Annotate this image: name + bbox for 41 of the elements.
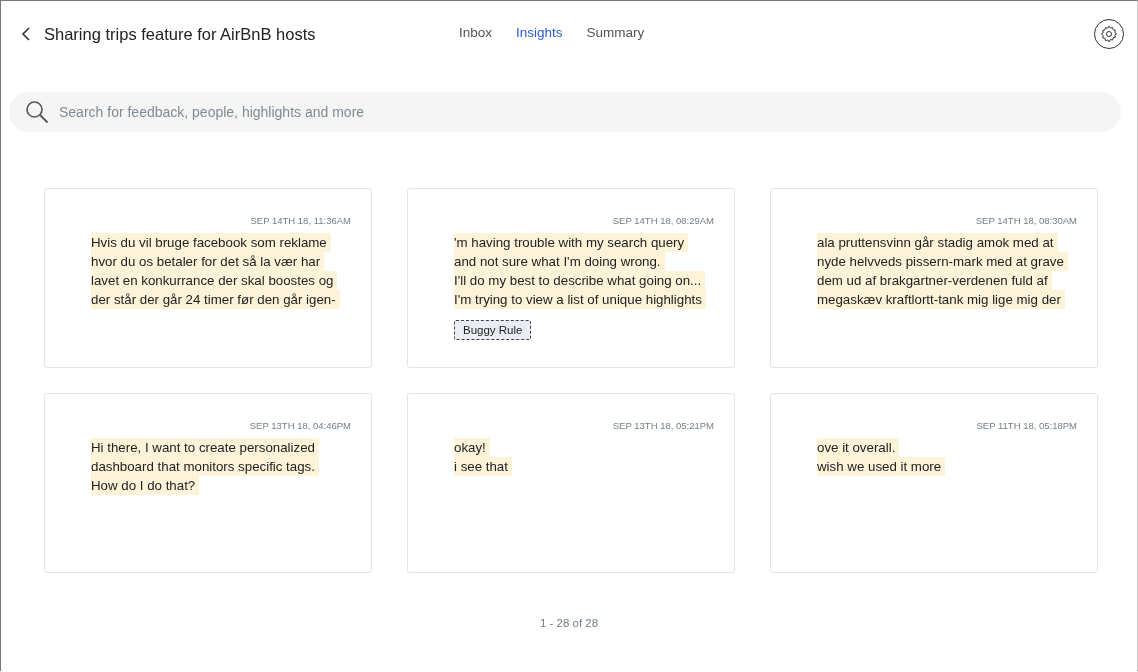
- nav-tab[interactable]: Insights: [516, 25, 563, 40]
- card-date: SEP 13TH 18, 05:21PM: [612, 420, 714, 431]
- feedback-card[interactable]: SEP 11TH 18, 05:18PM ove it overall. wish we used it more: [770, 393, 1098, 573]
- highlighted-text: megaskæv kraftlortt-tank mig lige mig der: [817, 290, 1065, 309]
- highlighted-text: How do I do that?: [91, 476, 200, 495]
- highlighted-text: okay!: [454, 438, 490, 457]
- highlighted-text: ala pruttensvinn går stadig amok med at: [817, 233, 1058, 252]
- highlighted-text: and not sure what I'm doing wrong.: [454, 252, 665, 271]
- search-field[interactable]: Search for feedback, people, highlights and more: [9, 92, 1121, 132]
- highlighted-text: lavet en konkurrance der skal boostes og: [91, 271, 338, 290]
- page-title: Sharing trips feature for AirBnB hosts: [44, 24, 316, 44]
- highlighted-text: dem ud af brakgartner-verdenen fuld af: [817, 271, 1052, 290]
- highlighted-text: wish we used it more: [817, 457, 946, 476]
- feedback-card[interactable]: SEP 14TH 18, 08:30AM ala pruttensvinn går stadig amok med at nyde helvveds pissern-mark med at grave dem ud af brakgartner-verdenen fuld af megaskæv kraftlortt-tank mig lige mig der: [770, 188, 1098, 368]
- card-date: SEP 14TH 18, 08:30AM: [975, 215, 1077, 226]
- highlighted-text: i see that: [454, 457, 512, 476]
- card-date: SEP 13TH 18, 04:46PM: [249, 420, 351, 431]
- highlighted-text: Hi there, I want to create personalized: [91, 438, 319, 457]
- highlighted-text: ove it overall.: [817, 438, 900, 457]
- settings-button[interactable]: [1094, 19, 1124, 49]
- highlighted-text: nyde helvveds pissern-mark med at grave: [817, 252, 1068, 271]
- highlighted-text: I'm trying to view a list of unique highlights: [454, 290, 706, 309]
- pagination-text: 1 - 28 of 28: [539, 617, 599, 629]
- card-date: SEP 14TH 18, 11:36AM: [250, 215, 351, 226]
- feedback-card[interactable]: SEP 14TH 18, 08:29AM 'm having trouble with my search query and not sure what I'm doing wrong. I'll do my best to describe what going on... I'm trying to view a list of unique highlights Buggy Rule: [407, 188, 735, 368]
- back-chevron-icon[interactable]: [21, 27, 31, 41]
- settings-icon: [1099, 24, 1119, 44]
- card-date: SEP 14TH 18, 08:29AM: [612, 215, 714, 226]
- nav-tab[interactable]: Inbox: [459, 25, 493, 40]
- highlighted-text: der står der går 24 timer før den går igen-: [91, 290, 340, 309]
- highlighted-text: 'm having trouble with my search query: [454, 233, 689, 252]
- feedback-card[interactable]: SEP 13TH 18, 04:46PM Hi there, I want to create personalized dashboard that monitors specific tags. How do I do that?: [44, 393, 372, 573]
- highlighted-text: hvor du os betaler for det så la vær har: [91, 252, 325, 271]
- feedback-card[interactable]: SEP 13TH 18, 05:21PM okay! i see that: [407, 393, 735, 573]
- nav-tab[interactable]: Summary: [586, 25, 645, 40]
- highlighted-text: Hvis du vil bruge facebook som reklame: [91, 233, 331, 252]
- card-date: SEP 11TH 18, 05:18PM: [976, 420, 1077, 431]
- feedback-card[interactable]: SEP 14TH 18, 11:36AM Hvis du vil bruge facebook som reklame hvor du os betaler for det så la vær har lavet en konkurrance der skal boostes og der står der går 24 timer før den går igen-: [44, 188, 372, 368]
- highlighted-text: dashboard that monitors specific tags.: [91, 457, 319, 476]
- tag-chip[interactable]: Buggy Rule: [454, 320, 532, 340]
- highlighted-text: I'll do my best to describe what going on...: [454, 271, 706, 290]
